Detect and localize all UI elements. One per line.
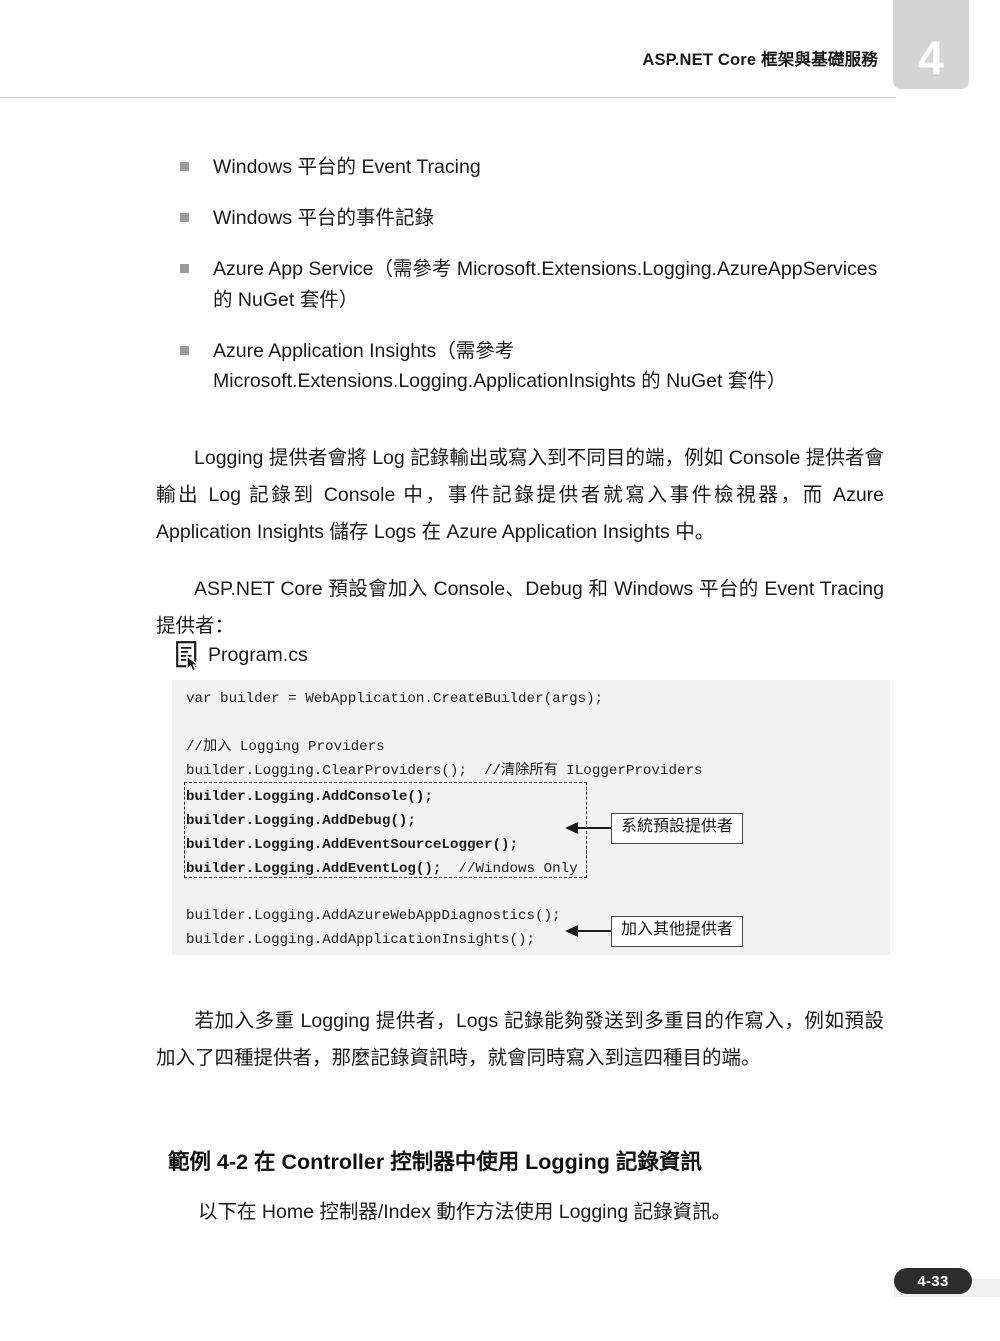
chapter-tab: 4 <box>893 0 969 89</box>
provider-bullet-list: Windows 平台的 Event Tracing Windows 平台的事件記… <box>178 152 890 417</box>
code-line: builder.Logging.AddConsole(); <box>186 789 433 805</box>
code-line: builder.Logging.AddDebug(); <box>186 813 416 829</box>
callout-label: 加入其他提供者 <box>611 916 744 947</box>
list-item: Azure App Service（需參考 Microsoft.Extensio… <box>178 254 890 314</box>
page-header: ASP.NET Core 框架與基礎服務 4 <box>0 0 1000 100</box>
code-text: builder.Logging.AddEventLog(); <box>186 861 442 877</box>
page-footer: 4-33 <box>0 1268 1000 1308</box>
list-item: Windows 平台的事件記錄 <box>178 203 890 233</box>
arrow-left-icon <box>565 925 611 938</box>
callout-other-providers: 加入其他提供者 <box>565 916 744 947</box>
paragraph-text: ASP.NET Core 預設會加入 Console、Debug 和 Windo… <box>156 577 884 637</box>
list-item: Azure Application Insights（需參考 Microsoft… <box>178 336 890 396</box>
list-item-label: Azure App Service（需參考 Microsoft.Extensio… <box>213 258 878 311</box>
code-line: builder.Logging.AddEventLog(); //Windows… <box>186 862 578 876</box>
code-file-name: Program.cs <box>208 644 308 667</box>
square-bullet-icon <box>180 264 189 274</box>
paragraph-providers: Logging 提供者會將 Log 記錄輸出或寫入到不同目的端，例如 Conso… <box>156 440 884 551</box>
running-head-title: ASP.NET Core 框架與基礎服務 <box>642 51 878 69</box>
callout-label: 系統預設提供者 <box>611 813 744 844</box>
square-bullet-icon <box>180 162 189 171</box>
paragraph-multi-providers: 若加入多重 Logging 提供者，Logs 記錄能夠發送到多重目的作寫入，例如… <box>156 1003 884 1077</box>
page-number-badge: 4-33 <box>894 1268 972 1294</box>
file-cursor-icon <box>176 641 200 671</box>
header-divider <box>0 97 896 98</box>
list-item-label: Windows 平台的 Event Tracing <box>213 156 481 178</box>
code-line: builder.Logging.AddApplicationInsights()… <box>186 932 536 948</box>
code-line: builder.Logging.ClearProviders(); //清除所有… <box>186 763 703 779</box>
square-bullet-icon <box>180 345 189 355</box>
callout-default-providers: 系統預設提供者 <box>565 813 744 844</box>
paragraph-example-intro: 以下在 Home 控制器/Index 動作方法使用 Logging 記錄資訊。 <box>198 1200 732 1223</box>
paragraph-text: Logging 提供者會將 Log 記錄輸出或寫入到不同目的端，例如 Conso… <box>156 446 884 543</box>
arrow-left-icon <box>565 822 611 835</box>
list-item: Windows 平台的 Event Tracing <box>178 152 890 182</box>
code-line: builder.Logging.AddAzureWebAppDiagnostic… <box>186 908 561 924</box>
list-item-label: Windows 平台的事件記錄 <box>213 207 435 230</box>
section-heading: 範例 4-2 在 Controller 控制器中使用 Logging 記錄資訊 <box>168 1149 702 1174</box>
code-block: var builder = WebApplication.CreateBuild… <box>172 680 890 955</box>
code-line: builder.Logging.AddEventSourceLogger(); <box>186 837 519 853</box>
square-bullet-icon <box>180 213 189 223</box>
code-line: //加入 Logging Providers <box>186 739 385 755</box>
list-item-label: Azure Application Insights（需參考 Microsoft… <box>213 339 787 393</box>
code-file-label: Program.cs <box>176 641 308 671</box>
chapter-number: 4 <box>917 31 945 84</box>
code-line: var builder = WebApplication.CreateBuild… <box>186 691 604 707</box>
code-comment: //Windows Only <box>441 861 578 877</box>
paragraph-text: 若加入多重 Logging 提供者，Logs 記錄能夠發送到多重目的作寫入，例如… <box>156 1009 884 1069</box>
paragraph-defaults: ASP.NET Core 預設會加入 Console、Debug 和 Windo… <box>156 571 884 645</box>
